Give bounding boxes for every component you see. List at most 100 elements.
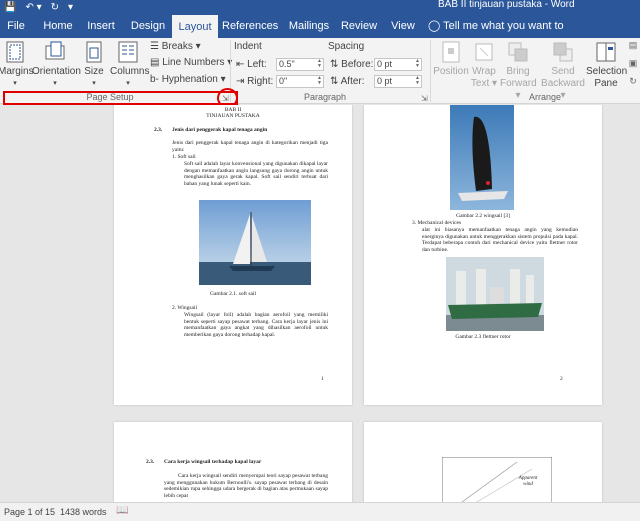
arrange-group-label: Arrange — [528, 92, 562, 102]
indent-left-icon: ⇤ — [236, 59, 245, 70]
chapter-title: TINJAUAN PUSTAKA — [206, 113, 260, 119]
line-numbers-button[interactable]: ▤ Line Numbers ▾ — [150, 56, 232, 70]
columns-button[interactable]: Columns ▾ — [110, 40, 149, 90]
bring-forward-icon — [508, 42, 528, 62]
align-icon[interactable]: ▤ — [628, 40, 638, 51]
highlight-rectangle — [3, 91, 238, 105]
list-item-wingsail: 2. Wingsail — [172, 305, 198, 311]
tab-review[interactable]: Review — [340, 14, 378, 38]
hyphenation-icon: b‑ — [150, 74, 159, 85]
tab-references[interactable]: References — [222, 14, 278, 38]
spin-arrows-icon[interactable]: ▲ ▼ — [317, 76, 322, 86]
tab-insert[interactable]: Insert — [82, 14, 120, 38]
indent-right-label: ⇥ Right: — [236, 76, 274, 87]
status-bar: Page 1 of 15 1438 words 📖 — [0, 502, 640, 521]
indent-left-input[interactable]: 0.5" ▲ ▼ — [276, 58, 324, 71]
list-item-mechanical: 3. Mechanical devices — [412, 220, 462, 226]
hyphenation-button[interactable]: b‑ Hyphenation ▾ — [150, 73, 226, 87]
wrap-text-icon — [475, 43, 493, 61]
page-count[interactable]: Page 1 of 15 — [4, 507, 55, 517]
chevron-down-icon: ▾ — [92, 80, 96, 87]
soft-sail-paragraph: Soft sail adalah layar konvensional yang… — [184, 161, 328, 187]
margins-button[interactable]: Margins ▾ — [0, 40, 34, 90]
indent-right-icon: ⇥ — [236, 76, 245, 87]
spacing-after-label: ⇅ After: — [330, 76, 365, 87]
chevron-down-icon: ▾ — [53, 80, 57, 87]
spacing-after-input[interactable]: 0 pt ▲ ▼ — [374, 75, 422, 88]
tab-layout[interactable]: Layout — [172, 15, 218, 38]
line-numbers-icon: ▤ — [150, 57, 160, 68]
position-button[interactable]: Position — [432, 40, 470, 78]
indent-label: Indent — [234, 41, 262, 52]
section-title: Jenis dari penggerak kapal tenaga angin — [172, 127, 268, 133]
spacing-label: Spacing — [328, 41, 365, 52]
page-3: 2.3. Cara kerja wingsail terhadap kapal … — [114, 422, 352, 502]
caption-soft-sail: Gambar 2.1. soft sail — [210, 291, 256, 297]
breaks-button[interactable]: ☰ Breaks ▾ — [150, 40, 201, 54]
chevron-down-icon: ▾ — [13, 80, 17, 87]
orientation-button[interactable]: Orientation ▾ — [32, 40, 81, 90]
apparent-wind-label: Apparent wind — [518, 476, 538, 487]
list-item-soft-sail: 1. Soft sail — [172, 154, 196, 160]
spin-arrows-icon[interactable]: ▲ ▼ — [415, 76, 420, 86]
wingsail-paragraph: Wingsail (layar foil) adalah bagian aero… — [184, 312, 328, 338]
margins-icon — [6, 41, 24, 63]
mechanical-paragraph: alat ini biasanya memanfaatkan tenaga an… — [422, 227, 578, 253]
size-button[interactable]: Size ▾ — [82, 40, 106, 90]
rotate-icon[interactable]: ↻ — [628, 76, 638, 87]
quick-access-toolbar: 💾 ↶ ▾ ↻ ▾ — [4, 0, 73, 14]
tab-mailings[interactable]: Mailings — [286, 14, 332, 38]
paragraph-dialog-launcher-icon[interactable]: ⇲ — [421, 94, 428, 103]
window-title: BAB II tinjauan pustaka - Word — [438, 0, 575, 10]
lightbulb-icon: ◯ — [428, 20, 441, 32]
caption-wingsail: Gambar 2.2 wingsail [3] — [456, 213, 510, 219]
redo-icon[interactable]: ↻ — [51, 2, 59, 13]
proofing-icon[interactable]: 📖 — [116, 505, 128, 516]
size-icon — [86, 41, 102, 63]
group-separator — [430, 40, 431, 102]
page-number: 1 — [321, 376, 324, 382]
position-icon — [442, 41, 460, 63]
undo-icon[interactable]: ↶ ▾ — [25, 2, 41, 13]
page-number: 2 — [560, 376, 563, 382]
chevron-down-icon: ▾ — [126, 80, 130, 87]
section-number: 2.3. — [146, 459, 155, 465]
tab-file[interactable]: File — [6, 14, 26, 38]
breaks-icon: ☰ — [150, 41, 159, 52]
soft-sail-image — [199, 200, 311, 285]
tab-design[interactable]: Design — [128, 14, 168, 38]
spacing-before-icon: ⇅ — [330, 59, 339, 70]
tell-me-box[interactable]: ◯ Tell me what you want to do — [428, 14, 568, 56]
document-area: BAB II TINJAUAN PUSTAKA 2.3. Jenis dari … — [0, 105, 640, 502]
paragraph-group-label: Paragraph — [303, 92, 347, 102]
spacing-after-icon: ⇅ — [330, 76, 339, 87]
wingsail-image — [450, 105, 514, 210]
spin-arrows-icon[interactable]: ▲ ▼ — [317, 59, 322, 69]
spacing-before-label: ⇅ Before: — [330, 59, 374, 70]
title-bar: 💾 ↶ ▾ ↻ ▾ BAB II tinjauan pustaka - Word — [0, 0, 640, 14]
tab-view[interactable]: View — [388, 14, 418, 38]
selection-pane-icon — [596, 42, 616, 62]
page-2: Gambar 2.2 wingsail [3] 3. Mechanical de… — [364, 105, 602, 405]
spin-arrows-icon[interactable]: ▲ ▼ — [415, 59, 420, 69]
tab-home[interactable]: Home — [40, 14, 76, 38]
orientation-icon — [45, 41, 65, 60]
caption-flettner-rotor: Gambar 2.3 flettner rotor — [455, 334, 511, 340]
customize-qat-icon[interactable]: ▾ — [68, 2, 73, 13]
send-backward-icon — [553, 42, 573, 62]
indent-right-input[interactable]: 0" ▲ ▼ — [276, 75, 324, 88]
wingsail-working-paragraph: Cara kerja wingsail sendiri menyerupai t… — [164, 473, 328, 499]
section-number: 2.3. — [154, 127, 163, 133]
indent-left-label: ⇤ Left: — [236, 59, 267, 70]
page-4: Apparent wind — [364, 422, 602, 502]
group-icon[interactable]: ▣ — [628, 58, 638, 69]
flettner-rotor-image — [446, 257, 544, 331]
spacing-before-input[interactable]: 0 pt ▲ ▼ — [374, 58, 422, 71]
word-count[interactable]: 1438 words — [60, 507, 107, 517]
wrap-text-button[interactable]: Wrap Text ▾ — [470, 40, 498, 90]
intro-paragraph: Jenis dari penggerak kapal tenaga angin … — [172, 140, 328, 153]
selection-pane-button[interactable]: Selection Pane — [586, 40, 627, 90]
columns-icon — [118, 41, 138, 63]
save-icon[interactable]: 💾 — [4, 2, 16, 13]
ribbon-tabs: File Home Insert Design Layout Reference… — [0, 14, 640, 56]
